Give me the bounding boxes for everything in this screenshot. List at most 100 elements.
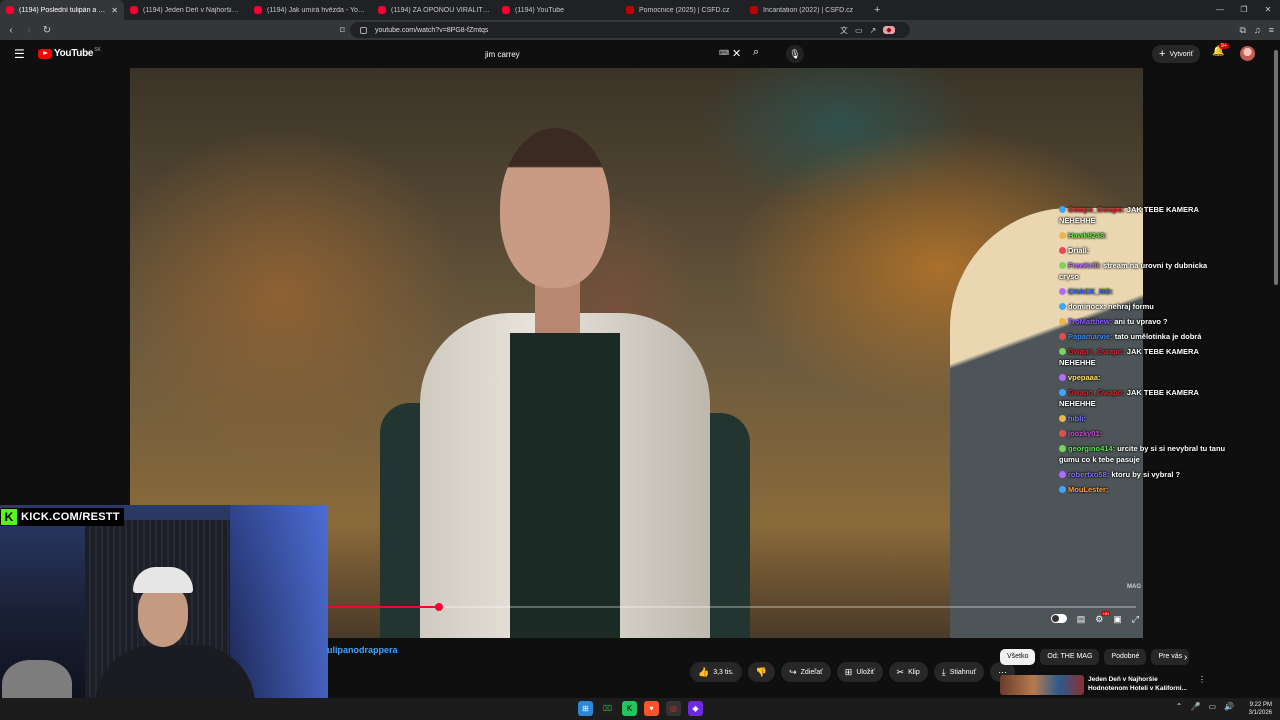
brave-browser-icon[interactable]: ▾ — [644, 701, 659, 716]
browser-tab[interactable]: Incantation (2022) | ČSFD.cz — [744, 0, 868, 20]
chat-message: Gwapo_Gwapo: JAK TEBE KAMERA NEHEHHE — [1059, 388, 1199, 408]
browser-tab[interactable]: (1194) YouTube — [496, 0, 620, 20]
chat-username: georgino414 — [1068, 444, 1113, 453]
chat-username: CHACK_NO — [1068, 287, 1111, 296]
chat-badge-icon — [1059, 430, 1066, 437]
filter-chip[interactable]: Podobné — [1104, 649, 1147, 665]
video-watermark: MAG — [1127, 584, 1141, 590]
cast-icon[interactable]: ▭ — [855, 26, 863, 35]
system-clock[interactable]: 9:22 PM 3/1/2026 — [1249, 701, 1272, 717]
reload-button[interactable]: ↻ — [40, 25, 54, 36]
filter-chip[interactable]: Od: THE MAG — [1040, 649, 1100, 665]
youtube-header: ☰ YouTube SK jim carrey ⌨ ✕ ⌕ 🎙 + Vytvor… — [0, 40, 1280, 68]
extension-icon[interactable]: ◆ — [883, 26, 895, 34]
save-button[interactable]: ⊞ Uložiť — [836, 662, 883, 682]
chat-username: hibli — [1068, 414, 1084, 423]
site-info-icon[interactable] — [360, 26, 367, 34]
browser-tab[interactable]: (1194) ZA OPONOU VIRALITY: MELI! — [372, 0, 496, 20]
page-scrollbar[interactable] — [1272, 40, 1280, 695]
maximize-button[interactable]: ❐ — [1232, 0, 1256, 20]
close-window-button[interactable]: ✕ — [1256, 0, 1280, 20]
create-button[interactable]: + Vytvoriť — [1152, 45, 1201, 63]
chat-badge-icon — [1059, 206, 1066, 213]
recommended-title[interactable]: Jeden Deň v Najhoršie Hodnotenom Hoteli … — [1088, 675, 1198, 695]
mic-tray-icon[interactable]: 🎤 — [1191, 702, 1201, 711]
autoplay-toggle[interactable] — [1050, 614, 1067, 623]
media-control-icon[interactable]: ♫ — [1254, 25, 1261, 36]
back-button[interactable]: ‹ — [4, 25, 18, 36]
minimize-button[interactable]: — — [1208, 0, 1232, 20]
progress-bar[interactable] — [326, 603, 1136, 611]
bookmark-add-icon: ⊞ — [844, 666, 853, 677]
recommended-thumbnail[interactable] — [1000, 675, 1084, 695]
browser-menu-icon[interactable]: ≡ — [1269, 25, 1274, 36]
browser-tab[interactable]: (1194) Jak umírá hvězda - YouTube — [248, 0, 372, 20]
chat-badge-icon — [1059, 262, 1066, 269]
clear-search-icon[interactable]: ✕ — [732, 47, 741, 60]
recommended-video[interactable]: Jeden Deň v Najhoršie Hodnotenom Hoteli … — [1000, 675, 1210, 695]
browser-tab-bar: (1194) Poslední tulipán a neň ✕ (1194) Jed… — [0, 0, 1280, 20]
browser-tab[interactable]: (1194) Jeden Deň v Najhoršie Hodno — [124, 0, 248, 20]
share-button[interactable]: ↪ Zdieľať — [781, 662, 831, 682]
opera-icon[interactable]: ◎ — [666, 701, 681, 716]
share-icon: ↪ — [789, 666, 797, 677]
menu-icon[interactable]: ☰ — [14, 47, 25, 61]
fullscreen-icon[interactable]: ⤢ — [1132, 614, 1139, 625]
chat-badge-icon — [1059, 389, 1066, 396]
avatar[interactable] — [1240, 46, 1255, 61]
forward-button[interactable]: › — [22, 25, 36, 36]
filter-chip[interactable]: Všetko — [1000, 649, 1036, 665]
like-button[interactable]: 👍 3,3 tis. — [690, 662, 742, 682]
more-vertical-icon[interactable]: ⋮ — [1198, 675, 1206, 695]
csfd-icon — [750, 6, 758, 14]
chat-message: MouLester: — [1059, 484, 1229, 495]
microphone-icon[interactable]: 🎙 — [786, 45, 804, 63]
windows-start-icon[interactable]: ⊞ — [578, 701, 593, 716]
miniplayer-icon[interactable]: ▣ — [1113, 614, 1122, 625]
search-input[interactable]: jim carrey ⌨ ✕ — [478, 44, 748, 64]
new-tab-button[interactable]: + — [874, 4, 880, 16]
tray-chevron-icon[interactable]: ⌃ — [1176, 702, 1183, 711]
youtube-logo[interactable]: YouTube SK — [38, 47, 101, 59]
scrollbar-thumb[interactable] — [1274, 50, 1278, 285]
chat-username: Gwapo_Gwapo — [1068, 388, 1123, 397]
browser-tab[interactable]: (1194) Poslední tulipán a neň ✕ — [0, 0, 124, 20]
terminal-icon[interactable]: ⌧ — [600, 701, 615, 716]
system-tray: ⌃ 🎤 ▭ 🔊 — [1176, 702, 1234, 711]
kick-banner: K KICK.COM/RESTT — [0, 508, 124, 526]
share-page-icon[interactable]: ↗ — [870, 26, 877, 35]
youtube-play-icon — [38, 48, 52, 59]
chat-badge-icon — [1059, 374, 1066, 381]
chevron-right-icon[interactable]: › — [1184, 652, 1187, 663]
kick-app-icon[interactable]: K — [622, 701, 637, 716]
chat-message: FreeKrill: stream na urovni ty dubnicka … — [1059, 261, 1208, 281]
clock-date: 3/1/2026 — [1248, 710, 1272, 716]
browser-tab[interactable]: Pomocnice (2025) | ČSFD.cz — [620, 0, 744, 20]
tab-label: (1194) YouTube — [515, 6, 565, 14]
video-actions: 👍 3,3 tis. 👎 ↪ Zdieľať ⊞ Uložiť ✂ Klip ⤓… — [690, 662, 1016, 682]
chat-username: Driall — [1068, 246, 1087, 255]
address-row: ‹ › ↻ ⌑ youtube.com/watch?v=8PG8-fZmtqs … — [0, 20, 1280, 40]
clock-time: 9:22 PM — [1249, 702, 1272, 708]
chat-badge-icon — [1059, 445, 1066, 452]
notifications-button[interactable]: 🔔 9+ — [1212, 43, 1229, 57]
chat-message: TroMatthew: ani tu vpravo ? — [1059, 316, 1229, 327]
settings-icon[interactable]: ⚙ HD — [1095, 611, 1110, 625]
dislike-button[interactable]: 👎 — [747, 662, 776, 682]
channel-handle[interactable]: ulipanodrappera — [327, 645, 398, 655]
chat-text: ktoru by si vybral ? — [1111, 470, 1181, 479]
volume-icon[interactable]: 🔊 — [1224, 702, 1234, 711]
bookmark-icon[interactable]: ⌑ — [340, 25, 345, 36]
download-button[interactable]: ⤓ Stiahnuť — [933, 662, 985, 682]
chat-username: Gwapo_Gwapo — [1068, 347, 1123, 356]
subtitles-icon[interactable]: ▤ — [1077, 614, 1086, 625]
keyboard-icon[interactable]: ⌨ — [719, 49, 729, 57]
extensions-icon[interactable]: ⧉ — [1240, 25, 1246, 36]
search-icon[interactable]: ⌕ — [753, 46, 759, 59]
twitch-app-icon[interactable]: ◆ — [688, 701, 703, 716]
clip-button[interactable]: ✂ Klip — [888, 662, 928, 682]
network-icon[interactable]: ▭ — [1208, 702, 1216, 711]
close-tab-icon[interactable]: ✕ — [111, 6, 118, 15]
address-bar[interactable]: ⌑ youtube.com/watch?v=8PG8-fZmtqs — [340, 22, 910, 38]
translate-icon[interactable]: 文 — [840, 25, 848, 36]
